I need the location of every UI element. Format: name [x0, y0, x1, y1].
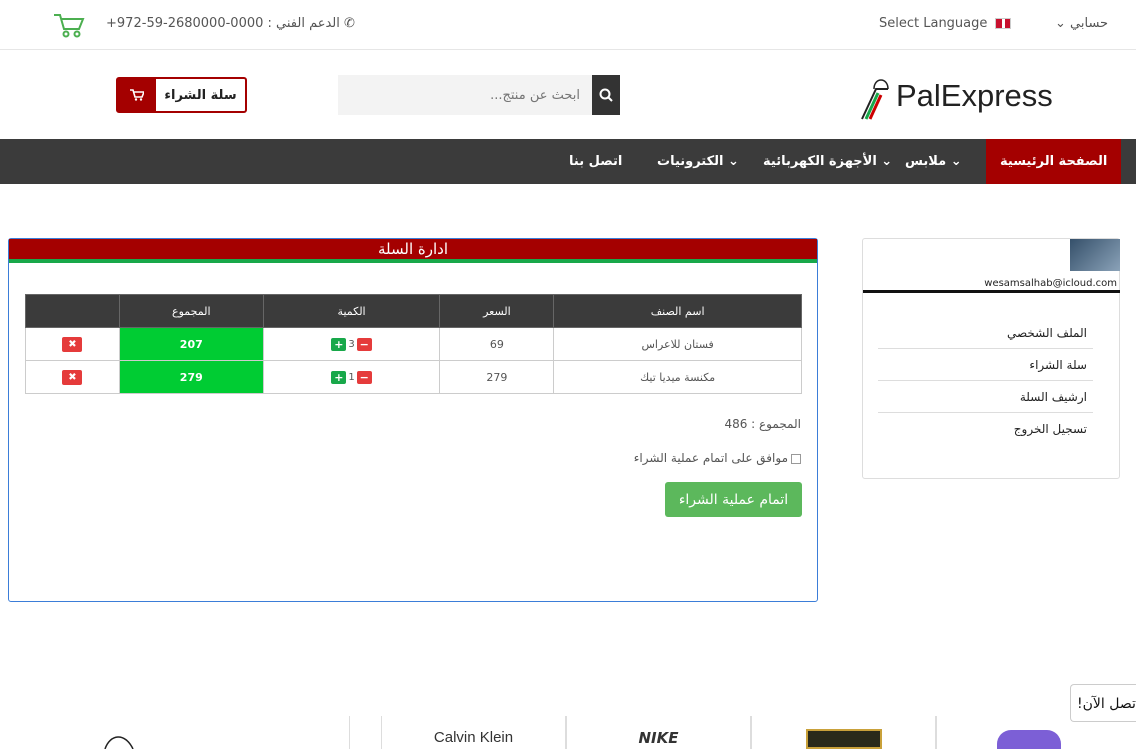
column-header-name: اسم الصنف: [553, 294, 802, 328]
remove-item-button[interactable]: ✖: [62, 369, 83, 385]
row-price: 69: [439, 327, 555, 361]
table-row: ✖ 207 +3− 69 فستان للاعراس: [25, 327, 802, 361]
support-phone: ✆ الدعم الفني : 0000-2680000-59-972+: [106, 16, 355, 31]
main-nav: الصفحة الرئيسية ⌄ ملابس ⌄ الأجهزة الكهرب…: [0, 139, 1136, 184]
qty-stepper: +1−: [262, 360, 441, 394]
table-header-row: المجموع الكمية السعر اسم الصنف: [25, 294, 802, 328]
row-price: 279: [439, 360, 555, 394]
user-email: wesamsalhab@icloud.com: [984, 278, 1117, 289]
column-header-qty: الكمية: [262, 294, 441, 328]
shopping-bag-logo-icon: [861, 79, 889, 120]
increase-qty-button[interactable]: +: [331, 370, 347, 384]
brand-logo[interactable]: [0, 716, 350, 749]
agree-checkbox[interactable]: [791, 453, 801, 464]
cart-table: المجموع الكمية السعر اسم الصنف ✖ 207 +3−…: [25, 294, 802, 394]
search-button[interactable]: [592, 75, 620, 115]
row-sum: 207: [118, 327, 264, 361]
search-icon: [599, 88, 613, 102]
column-header-price: السعر: [439, 294, 555, 328]
cart-panel-title: ادارة السلة: [9, 239, 817, 263]
chevron-down-icon: ⌄: [1055, 16, 1066, 31]
qty-value: 3: [348, 338, 355, 350]
chevron-down-icon: ⌄: [723, 154, 739, 169]
account-menu[interactable]: حسابي ⌄: [1055, 16, 1108, 31]
column-header-sum: المجموع: [118, 294, 264, 328]
nav-item-appliances[interactable]: ⌄ الأجهزة الكهربائية: [763, 139, 892, 184]
search-input[interactable]: [338, 75, 592, 115]
table-row: ✖ 279 +1− 279 مكنسة ميديا تيك: [25, 360, 802, 394]
decrease-qty-button[interactable]: −: [356, 337, 372, 351]
whatsapp-icon: ✆: [344, 16, 355, 31]
agree-checkbox-row[interactable]: موافق على اتمام عملية الشراء: [634, 451, 801, 465]
cart-panel: ادارة السلة المجموع الكمية السعر اسم الص…: [8, 238, 818, 602]
cart-icon: [118, 79, 156, 111]
logo-text: PalExpress: [896, 78, 1053, 113]
account-label: حسابي: [1070, 16, 1109, 31]
nav-item-contact[interactable]: اتصل بنا: [569, 139, 622, 184]
header: سلة الشراء PalExpress: [0, 50, 1136, 139]
nav-item-electronics[interactable]: ⌄ الكترونيات: [657, 139, 739, 184]
account-sidebar: wesamsalhab@icloud.com الملف الشخصي سلة …: [862, 238, 1120, 479]
support-text: الدعم الفني : 0000-2680000-59-972+: [106, 16, 340, 31]
brand-swoosh-icon: [103, 736, 134, 749]
row-name: فستان للاعراس: [553, 327, 802, 361]
remove-item-button[interactable]: ✖: [62, 336, 83, 352]
nav-item-home[interactable]: الصفحة الرئيسية: [986, 139, 1122, 184]
nav-item-clothes[interactable]: ⌄ ملابس: [905, 139, 962, 184]
decrease-qty-button[interactable]: −: [356, 370, 372, 384]
divider: [863, 290, 1120, 293]
row-sum: 279: [118, 360, 264, 394]
increase-qty-button[interactable]: +: [331, 337, 347, 351]
sidebar-links: الملف الشخصي سلة الشراء ارشيف السلة تسجي…: [878, 317, 1093, 445]
cart-button-label: سلة الشراء: [164, 87, 237, 103]
brand-logo[interactable]: [936, 716, 1136, 749]
avatar: [1070, 239, 1120, 271]
row-name: مكنسة ميديا تيك: [553, 360, 802, 394]
sidebar-item-cart[interactable]: سلة الشراء: [878, 349, 1093, 381]
checkout-button[interactable]: اتمام عملية الشراء: [665, 482, 802, 517]
sidebar-item-profile[interactable]: الملف الشخصي: [878, 317, 1093, 349]
top-bar: ✆ الدعم الفني : 0000-2680000-59-972+ Sel…: [0, 0, 1136, 50]
cart-button[interactable]: سلة الشراء: [116, 77, 247, 113]
brand-calvin-klein[interactable]: Calvin Klein: [381, 716, 566, 749]
chevron-down-icon: ⌄: [876, 154, 893, 169]
language-selector[interactable]: Select Language: [879, 16, 1011, 31]
sidebar-item-cart-archive[interactable]: ارشيف السلة: [878, 381, 1093, 413]
brand-emblem-icon: [805, 729, 882, 749]
language-label: Select Language: [879, 16, 988, 31]
brand-circle-icon: [997, 730, 1061, 749]
brands-strip: Calvin Klein NIKE: [0, 716, 1136, 749]
brand-nike[interactable]: NIKE: [566, 716, 751, 749]
brand-logo[interactable]: [751, 716, 936, 749]
sidebar-item-logout[interactable]: تسجيل الخروج: [878, 413, 1093, 445]
uk-flag-icon: [994, 18, 1011, 29]
cart-total: المجموع : 486: [724, 417, 801, 431]
chevron-down-icon: ⌄: [946, 154, 962, 169]
search-bar: [338, 75, 620, 115]
qty-stepper: +3−: [262, 327, 441, 361]
agree-label: موافق على اتمام عملية الشراء: [633, 451, 788, 465]
site-logo[interactable]: PalExpress: [858, 68, 1053, 124]
shopping-cart-icon[interactable]: [52, 12, 86, 38]
column-header-actions: [25, 294, 120, 328]
qty-value: 1: [348, 371, 355, 383]
